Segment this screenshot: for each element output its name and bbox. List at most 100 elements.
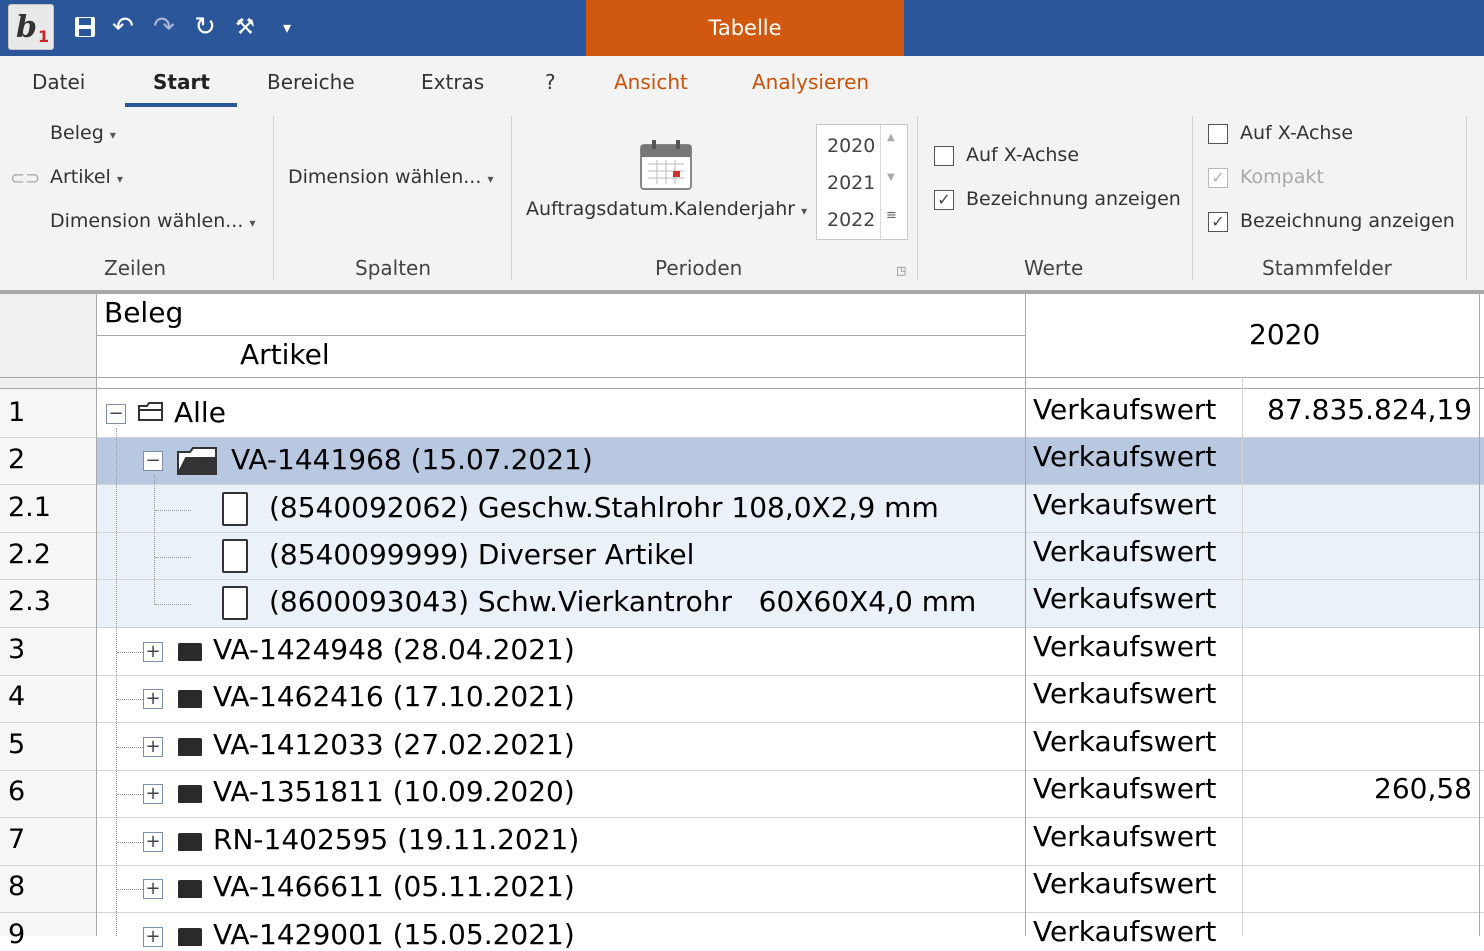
app-logo[interactable]: b 1 [8, 4, 54, 50]
tree-row-label[interactable]: VA-1462416 (17.10.2021) [213, 680, 575, 713]
folder-icon [178, 833, 202, 851]
tree-row-label[interactable]: VA-1351811 (10.09.2020) [213, 775, 575, 808]
col-divider-right [1479, 294, 1480, 936]
scroll-down-icon[interactable]: ▼ [887, 172, 895, 183]
value-cell[interactable]: 87.835.824,19 [1267, 393, 1472, 426]
customize-quick-access-icon[interactable]: ▾ [270, 10, 304, 44]
collapse-icon[interactable]: − [143, 451, 163, 471]
expand-icon[interactable]: + [143, 737, 163, 757]
collapse-icon[interactable]: − [106, 404, 126, 424]
row-separator [0, 579, 1484, 580]
stamm-x-axis-label: Auf X-Achse [1240, 122, 1354, 144]
tree-line-root [116, 428, 117, 936]
tree-row-label[interactable]: (8600093043) Schw.Vierkantrohr 60X60X4,0… [269, 585, 976, 618]
row-number: 7 [8, 824, 26, 855]
zeilen-artikel-dropdown[interactable]: Artikel ▾ [50, 166, 123, 188]
tree-branch [155, 557, 191, 558]
folder-icon [178, 690, 202, 708]
year-2020[interactable]: 2020 [827, 135, 875, 157]
measure-cell: Verkaufswert [1033, 820, 1217, 853]
zeilen-beleg-label: Beleg [50, 122, 104, 144]
grid-corner-cell [0, 294, 97, 388]
zeilen-beleg-dropdown[interactable]: Beleg ▾ [50, 122, 116, 144]
refresh-icon[interactable]: ↻ [188, 10, 222, 44]
measure-cell: Verkaufswert [1033, 488, 1217, 521]
measure-cell: Verkaufswert [1033, 725, 1217, 758]
tab-start[interactable]: Start [153, 56, 210, 108]
tab-datei[interactable]: Datei [32, 56, 85, 108]
period-field-dropdown[interactable]: Auftragsdatum.Kalenderjahr ▾ [526, 198, 807, 220]
group-separator [1192, 116, 1193, 280]
year-2022[interactable]: 2022 [827, 209, 875, 231]
folder-icon [178, 738, 202, 756]
header-divider [97, 335, 1026, 336]
header-level-artikel[interactable]: Artikel [240, 338, 330, 371]
werte-x-axis-checkbox[interactable] [934, 146, 954, 166]
group-separator [1466, 116, 1467, 280]
zeilen-dimension-label: Dimension wählen... [50, 210, 244, 232]
scroll-up-icon[interactable]: ▲ [887, 132, 895, 143]
open-folder-icon [176, 446, 218, 480]
spalten-dimension-dropdown[interactable]: Dimension wählen... ▾ [288, 166, 493, 188]
stamm-x-axis-checkbox[interactable] [1208, 124, 1228, 144]
row-number: 2 [8, 444, 26, 475]
document-icon [222, 492, 248, 526]
ribbon-tab-bar [0, 56, 1484, 108]
expand-icon[interactable]: + [143, 784, 163, 804]
header-bottom-line [0, 377, 1484, 378]
tab-help[interactable]: ? [545, 56, 556, 108]
tree-row-label[interactable]: (8540092062) Geschw.Stahlrohr 108,0X2,9 … [269, 491, 939, 524]
stamm-show-desc-label: Bezeichnung anzeigen [1240, 210, 1455, 232]
document-icon [222, 586, 248, 620]
tree-branch [117, 794, 143, 795]
tree-row-label[interactable]: (8540099999) Diverser Artikel [269, 538, 694, 571]
tab-bereiche[interactable]: Bereiche [267, 56, 355, 108]
tools-icon[interactable]: ⚒ [228, 10, 262, 44]
header-level-beleg[interactable]: Beleg [104, 296, 183, 329]
folder-icon [178, 785, 202, 803]
tree-row-label[interactable]: VA-1429001 (15.05.2021) [213, 918, 575, 951]
expand-icon[interactable]: + [143, 832, 163, 852]
save-icon[interactable] [68, 10, 102, 44]
context-tab-title: Tabelle [586, 0, 904, 56]
tree-row-label[interactable]: Alle [174, 396, 226, 429]
group-label-stammfelder: Stammfelder [1262, 256, 1392, 280]
expand-list-icon[interactable]: ≡ [886, 208, 897, 223]
werte-show-desc-label: Bezeichnung anzeigen [966, 188, 1181, 210]
tab-extras[interactable]: Extras [421, 56, 484, 108]
undo-icon[interactable]: ↶ [106, 10, 140, 44]
tree-branch [117, 747, 143, 748]
tree-row-label[interactable]: VA-1412033 (27.02.2021) [213, 728, 575, 761]
row-separator [0, 437, 1484, 438]
dialog-launcher-icon[interactable]: ◳ [896, 264, 906, 277]
werte-show-desc-checkbox[interactable]: ✓ [934, 190, 954, 210]
col-divider-label [1025, 294, 1026, 936]
value-cell[interactable]: 260,58 [1374, 772, 1472, 805]
measure-cell: Verkaufswert [1033, 393, 1217, 426]
grid-top-border [0, 290, 1484, 294]
stamm-compact-checkbox: ✓ [1208, 168, 1228, 188]
chevron-down-icon: ▾ [801, 204, 808, 218]
tab-analysieren[interactable]: Analysieren [752, 56, 869, 108]
tree-row-label[interactable]: VA-1441968 (15.07.2021) [231, 443, 593, 476]
stamm-show-desc-checkbox[interactable]: ✓ [1208, 212, 1228, 232]
expand-icon[interactable]: + [143, 642, 163, 662]
tab-ansicht[interactable]: Ansicht [614, 56, 688, 108]
tree-row-label[interactable]: VA-1466611 (05.11.2021) [213, 870, 575, 903]
expand-icon[interactable]: + [143, 879, 163, 899]
header-year-2020[interactable]: 2020 [1249, 318, 1320, 351]
row-number: 6 [8, 776, 26, 807]
row-number: 2.2 [8, 539, 51, 570]
spalten-dimension-label: Dimension wählen... [288, 166, 482, 188]
year-2021[interactable]: 2021 [827, 172, 875, 194]
tree-row-label[interactable]: RN-1402595 (19.11.2021) [213, 823, 579, 856]
zeilen-dimension-dropdown[interactable]: Dimension wählen... ▾ [50, 210, 255, 232]
body-top-line [0, 388, 1484, 389]
stamm-compact-label: Kompakt [1240, 166, 1324, 188]
expand-icon[interactable]: + [143, 689, 163, 709]
zeilen-artikel-label: Artikel [50, 166, 111, 188]
calendar-icon[interactable] [640, 140, 692, 194]
expand-icon[interactable]: + [143, 927, 163, 947]
tree-row-label[interactable]: VA-1424948 (28.04.2021) [213, 633, 575, 666]
chevron-down-icon: ▾ [116, 172, 123, 186]
